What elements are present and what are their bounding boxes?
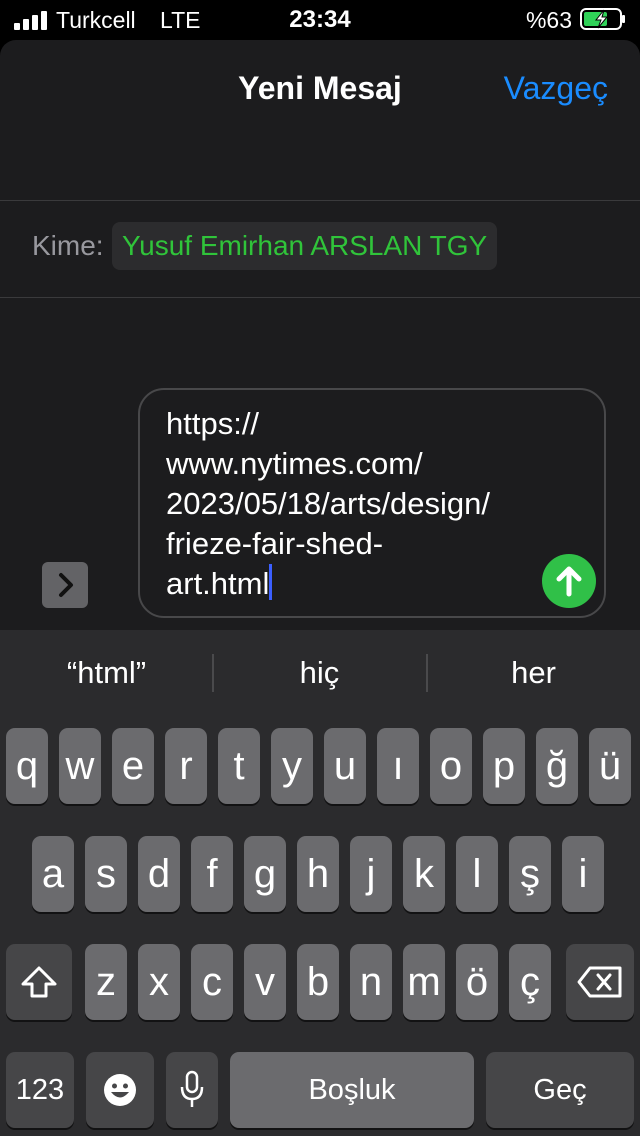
- message-text: https:// www.nytimes.com/ 2023/05/18/art…: [166, 404, 546, 604]
- message-line: art.html: [166, 566, 270, 601]
- key[interactable]: b: [297, 944, 339, 1020]
- shift-icon: [21, 966, 57, 998]
- message-line: https://: [166, 406, 260, 441]
- numbers-key[interactable]: 123: [6, 1052, 74, 1128]
- to-label: Kime:: [32, 230, 104, 261]
- key[interactable]: w: [59, 728, 101, 804]
- chevron-right-icon: [59, 573, 73, 597]
- key[interactable]: i: [562, 836, 604, 912]
- emoji-icon: [104, 1074, 136, 1106]
- key[interactable]: x: [138, 944, 180, 1020]
- send-button[interactable]: [542, 554, 596, 608]
- divider: [0, 297, 640, 298]
- key[interactable]: ç: [509, 944, 551, 1020]
- status-bar: Turkcell LTE 23:34 %63: [0, 0, 640, 40]
- message-input[interactable]: https:// www.nytimes.com/ 2023/05/18/art…: [138, 388, 606, 618]
- keyboard: “html” hiç her q w e r t y u ı o p ğ ü a…: [0, 630, 640, 1136]
- key[interactable]: ğ: [536, 728, 578, 804]
- cancel-button[interactable]: Vazgeç: [504, 70, 608, 107]
- microphone-icon: [180, 1070, 204, 1107]
- key[interactable]: r: [165, 728, 207, 804]
- key[interactable]: n: [350, 944, 392, 1020]
- key[interactable]: z: [85, 944, 127, 1020]
- shift-key[interactable]: [6, 944, 72, 1020]
- arrow-up-icon: [556, 566, 582, 597]
- suggestion-item[interactable]: hiç: [213, 630, 426, 716]
- key[interactable]: f: [191, 836, 233, 912]
- key[interactable]: d: [138, 836, 180, 912]
- key[interactable]: m: [403, 944, 445, 1020]
- key[interactable]: y: [271, 728, 313, 804]
- key[interactable]: ü: [589, 728, 631, 804]
- expand-apps-button[interactable]: [42, 562, 88, 608]
- key[interactable]: v: [244, 944, 286, 1020]
- space-key[interactable]: Boşluk: [230, 1052, 474, 1128]
- key[interactable]: ı: [377, 728, 419, 804]
- new-message-sheet: Yeni Mesaj Vazgeç Kime: Yusuf Emirhan AR…: [0, 40, 640, 630]
- key[interactable]: o: [430, 728, 472, 804]
- battery-percent: %63: [525, 7, 572, 33]
- key[interactable]: ö: [456, 944, 498, 1020]
- key[interactable]: ş: [509, 836, 551, 912]
- key[interactable]: k: [403, 836, 445, 912]
- key[interactable]: t: [218, 728, 260, 804]
- recipient-chip[interactable]: Yusuf Emirhan ARSLAN TGY: [112, 222, 498, 270]
- suggestion-item[interactable]: her: [427, 630, 640, 716]
- key[interactable]: c: [191, 944, 233, 1020]
- return-key[interactable]: Geç: [486, 1052, 634, 1128]
- divider: [0, 200, 640, 201]
- message-line: www.nytimes.com/: [166, 446, 423, 481]
- message-line: frieze-fair-shed-: [166, 526, 384, 561]
- dictation-key[interactable]: [166, 1052, 218, 1128]
- key[interactable]: q: [6, 728, 48, 804]
- battery-charging-icon: [580, 8, 625, 30]
- key[interactable]: e: [112, 728, 154, 804]
- key[interactable]: j: [350, 836, 392, 912]
- suggestion-item[interactable]: “html”: [0, 630, 213, 716]
- key[interactable]: g: [244, 836, 286, 912]
- key[interactable]: p: [483, 728, 525, 804]
- backspace-key[interactable]: [566, 944, 634, 1020]
- emoji-key[interactable]: [86, 1052, 154, 1128]
- key[interactable]: a: [32, 836, 74, 912]
- key[interactable]: h: [297, 836, 339, 912]
- key[interactable]: s: [85, 836, 127, 912]
- key[interactable]: u: [324, 728, 366, 804]
- text-cursor: [269, 564, 273, 600]
- backspace-icon: [577, 966, 622, 998]
- message-line: 2023/05/18/arts/design/: [166, 486, 491, 521]
- key[interactable]: l: [456, 836, 498, 912]
